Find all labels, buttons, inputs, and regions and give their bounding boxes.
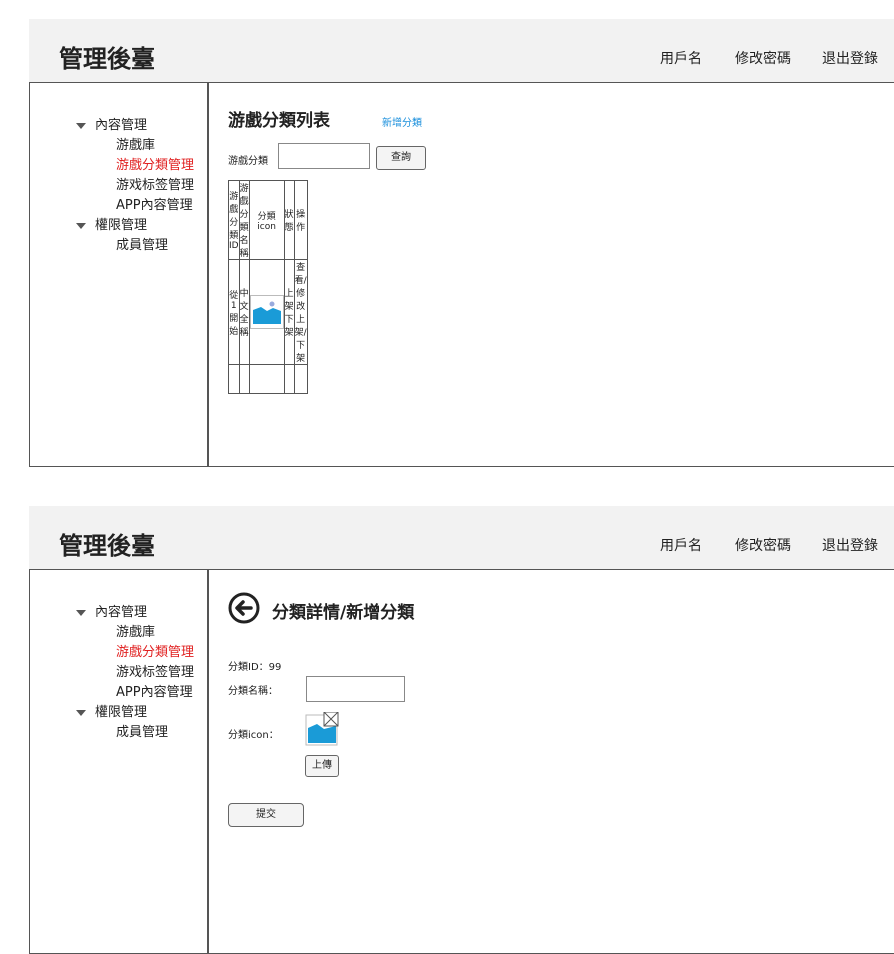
category-name-input[interactable] — [306, 676, 405, 702]
category-search-input[interactable] — [278, 143, 370, 169]
content-frame: 內容管理 游戲庫 游戲分類管理 游戏标签管理 APP內容管理 權限管理 成員管理… — [29, 82, 894, 467]
logout-link[interactable]: 退出登錄 — [822, 535, 878, 555]
sidebar-menu: 內容管理 游戲庫 游戲分類管理 游戏标签管理 APP內容管理 權限管理 成員管理 — [76, 116, 194, 256]
page-title: 分類詳情/新增分類 — [272, 603, 415, 623]
sidebar: 內容管理 游戲庫 游戲分類管理 游戏标签管理 APP內容管理 權限管理 成員管理 — [30, 570, 209, 953]
uploaded-icon-preview — [305, 711, 339, 746]
top-header: 管理後臺 用戶名 修改密碼 退出登錄 — [29, 19, 894, 82]
table-header-row: 游戲分類ID 游戲分類名稱 分類icon 狀態 操作 — [228, 180, 308, 260]
brand-title: 管理後臺 — [59, 45, 155, 73]
query-button[interactable]: 查詢 — [376, 146, 426, 170]
back-arrow-icon[interactable] — [228, 592, 260, 624]
category-id-label: 分類ID：99 — [228, 662, 282, 673]
upload-button[interactable]: 上傳 — [305, 755, 339, 777]
sidebar-group-label: 內容管理 — [95, 605, 148, 620]
submit-button[interactable]: 提交 — [228, 803, 304, 827]
change-password-link[interactable]: 修改密碼 — [735, 535, 791, 555]
column-header: 狀態 — [283, 180, 295, 260]
sidebar-item-members[interactable]: 成員管理 — [76, 723, 194, 743]
category-icon-label: 分類icon： — [228, 730, 279, 741]
username-link[interactable]: 用戶名 — [660, 535, 702, 555]
cell-id: 從1開始 — [228, 259, 240, 365]
category-list-screen: 管理後臺 用戶名 修改密碼 退出登錄 內容管理 游戲庫 游戲分類管理 游戏标签管… — [29, 19, 894, 467]
column-header: 游戲分類ID — [228, 180, 240, 260]
sidebar-group-permissions[interactable]: 權限管理 — [76, 216, 194, 236]
content-frame: 內容管理 游戲庫 游戲分類管理 游戏标签管理 APP內容管理 權限管理 成員管理… — [29, 569, 894, 954]
status-off-link[interactable]: 下架 — [285, 312, 294, 338]
category-detail-screen: 管理後臺 用戶名 修改密碼 退出登錄 內容管理 游戲庫 游戲分類管理 游戏标签管… — [29, 506, 894, 954]
image-placeholder-icon — [249, 295, 284, 329]
top-header: 管理後臺 用戶名 修改密碼 退出登錄 — [29, 506, 894, 569]
column-header: 游戲分類名稱 — [238, 180, 250, 260]
sidebar-group-permissions[interactable]: 權限管理 — [76, 703, 194, 723]
category-name-label: 分類名稱： — [228, 686, 278, 697]
sidebar-group-label: 內容管理 — [95, 118, 148, 133]
sidebar-item-game-tags[interactable]: 游戏标签管理 — [76, 663, 194, 683]
change-password-link[interactable]: 修改密碼 — [735, 48, 791, 68]
sidebar: 內容管理 游戲庫 游戲分類管理 游戏标签管理 APP內容管理 權限管理 成員管理 — [30, 83, 209, 466]
view-edit-link[interactable]: 查看/修改 — [295, 260, 307, 312]
sidebar-item-game-category[interactable]: 游戲分類管理 — [76, 643, 194, 663]
sidebar-item-app-content[interactable]: APP內容管理 — [76, 196, 194, 216]
sidebar-item-game-category[interactable]: 游戲分類管理 — [76, 156, 194, 176]
sidebar-group-label: 權限管理 — [95, 218, 148, 233]
logout-link[interactable]: 退出登錄 — [822, 48, 878, 68]
column-header: 分類icon — [248, 180, 285, 260]
menu-expand-triangle-icon — [76, 610, 86, 616]
sidebar-item-app-content[interactable]: APP內容管理 — [76, 683, 194, 703]
query-label: 游戲分類 — [228, 156, 268, 167]
sidebar-item-game-library[interactable]: 游戲庫 — [76, 136, 194, 156]
cell-icon — [248, 259, 285, 365]
cell-name: 中文全稱 — [238, 259, 250, 365]
brand-title: 管理後臺 — [59, 532, 155, 560]
sidebar-item-game-tags[interactable]: 游戏标签管理 — [76, 176, 194, 196]
sidebar-group-content[interactable]: 內容管理 — [76, 603, 194, 623]
add-category-link[interactable]: 新增分類 — [382, 114, 422, 129]
sidebar-item-members[interactable]: 成員管理 — [76, 236, 194, 256]
sidebar-item-game-library[interactable]: 游戲庫 — [76, 623, 194, 643]
table-row — [228, 364, 308, 394]
menu-expand-triangle-icon — [76, 710, 86, 716]
status-on-link[interactable]: 上架 — [285, 286, 294, 312]
page-title: 游戲分類列表 — [228, 111, 330, 131]
category-table: 游戲分類ID 游戲分類名稱 分類icon 狀態 操作 從1開始 中文全稱 上架 … — [228, 180, 308, 394]
menu-expand-triangle-icon — [76, 223, 86, 229]
column-header: 操作 — [293, 180, 308, 260]
username-link[interactable]: 用戶名 — [660, 48, 702, 68]
sidebar-group-content[interactable]: 內容管理 — [76, 116, 194, 136]
sidebar-group-label: 權限管理 — [95, 705, 148, 720]
menu-expand-triangle-icon — [76, 123, 86, 129]
cell-status: 上架 下架 — [283, 259, 295, 365]
toggle-status-link[interactable]: 上架/下架 — [295, 312, 307, 364]
table-row: 從1開始 中文全稱 上架 下架 查看/修改 上架/下架 — [228, 259, 308, 365]
sidebar-menu: 內容管理 游戲庫 游戲分類管理 游戏标签管理 APP內容管理 權限管理 成員管理 — [76, 603, 194, 743]
cell-actions: 查看/修改 上架/下架 — [293, 259, 308, 365]
